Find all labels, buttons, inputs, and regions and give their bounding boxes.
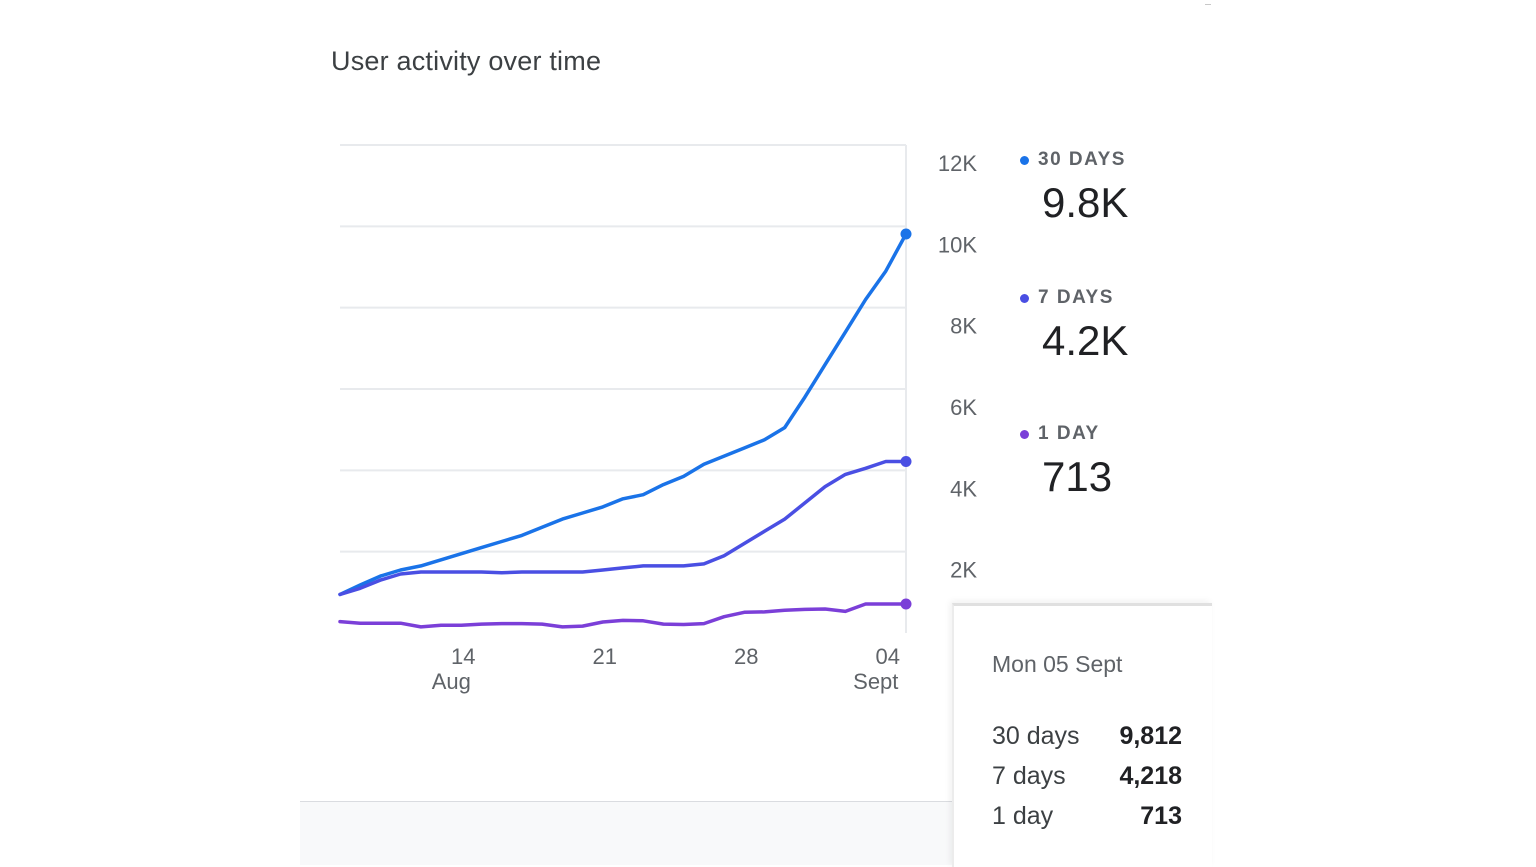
- legend-dot-1-day: [1020, 429, 1029, 439]
- series-line-30-days: [338, 232, 908, 597]
- y-tick-label: 8K: [950, 314, 977, 339]
- series-end-point-1-day: [900, 598, 912, 610]
- summary-7-days: 7 DAYS 4.2K: [1020, 287, 1128, 365]
- summary-30-days: 30 DAYS 9.8K: [1020, 149, 1128, 227]
- summary-value: 9.8K: [1042, 179, 1129, 226]
- summary-value: 4.2K: [1042, 317, 1129, 364]
- y-tick-label: 12K: [938, 151, 977, 176]
- x-tick-label: 21: [593, 644, 617, 669]
- tooltip-label: 30 days: [992, 722, 1080, 750]
- line-chart[interactable]: 02K4K6K8K10K12K14Aug212804Sept: [0, 0, 1000, 720]
- tooltip-row-1-day: 1 day 713: [992, 802, 1182, 831]
- x-tick-label: 28: [734, 644, 758, 669]
- x-tick-sublabel: Aug: [432, 669, 471, 694]
- tooltip-row-7-days: 7 days 4,218: [992, 762, 1182, 791]
- summary-label: 7 DAYS: [1038, 287, 1114, 308]
- tooltip-label: 1 day: [992, 802, 1054, 830]
- legend-dot-7-days: [1020, 293, 1029, 303]
- tooltip-value: 4,218: [1119, 762, 1182, 790]
- hover-tooltip: Mon 05 Sept 30 days 9,812 7 days 4,218 1…: [952, 603, 1212, 867]
- x-tick-label: 14: [451, 644, 475, 669]
- tooltip-row-30-days: 30 days 9,812: [992, 722, 1182, 751]
- tooltip-label: 7 days: [992, 762, 1066, 790]
- legend-dot-30-days: [1020, 155, 1029, 165]
- summary-1-day: 1 DAY 713: [1020, 423, 1112, 501]
- series-line-7-days: [338, 459, 908, 597]
- x-tick-label: 04: [876, 644, 900, 669]
- summary-value: 713: [1042, 453, 1113, 500]
- series-end-point-7-days: [900, 455, 912, 467]
- tooltip-value: 9,812: [1119, 722, 1182, 750]
- series-line-1-day: [338, 602, 908, 629]
- y-tick-label: 4K: [950, 476, 977, 501]
- y-tick-label: 2K: [950, 558, 977, 583]
- tooltip-date: Mon 05 Sept: [992, 651, 1123, 677]
- summary-label: 1 DAY: [1038, 423, 1100, 444]
- x-tick-sublabel: Sept: [853, 669, 898, 694]
- summary-label: 30 DAYS: [1038, 149, 1126, 170]
- corner-mark: [1205, 0, 1211, 5]
- y-tick-label: 6K: [950, 395, 977, 420]
- y-tick-label: 10K: [938, 232, 977, 257]
- series-end-point-30-days: [900, 228, 912, 240]
- tooltip-value: 713: [1140, 802, 1182, 830]
